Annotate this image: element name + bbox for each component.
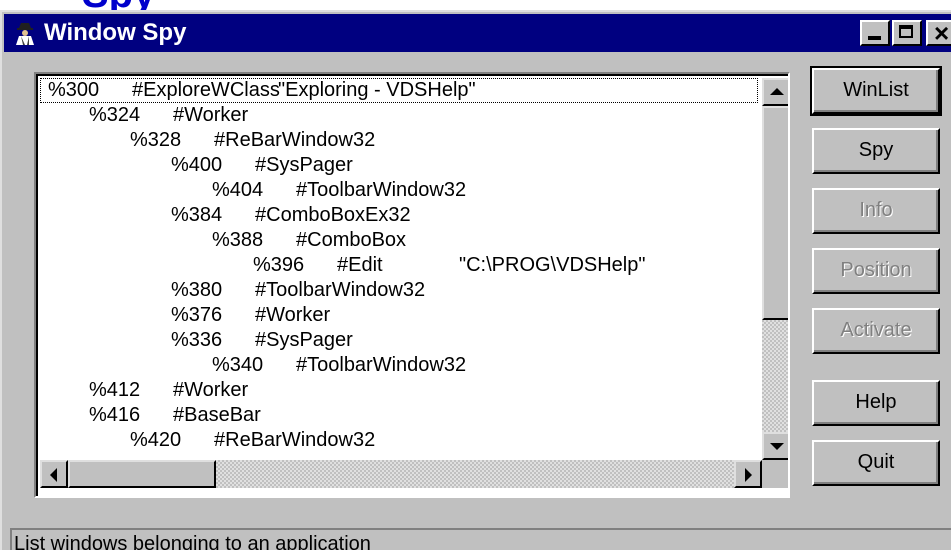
window-class: #ToolbarWindow32 <box>255 279 426 301</box>
tree-row[interactable]: %420 #ReBarWindow32 <box>40 428 758 453</box>
arrow-up-icon <box>770 88 784 95</box>
help-button[interactable]: Help <box>812 380 940 426</box>
minimize-button[interactable] <box>860 20 890 46</box>
vertical-scrollbar[interactable] <box>762 78 788 460</box>
window-caption: "C:\PROG\VDSHelp" <box>459 254 646 276</box>
listbox-frame: %300 #ExploreWClass "Exploring - VDSHelp"%… <box>36 74 788 496</box>
tree-row[interactable]: %380 #ToolbarWindow32 <box>40 278 758 303</box>
window-class: #ToolbarWindow32 <box>296 179 467 201</box>
window-class: #ToolbarWindow32 <box>296 354 467 376</box>
window-handle: %400 <box>171 154 223 176</box>
window-handle: %404 <box>212 179 264 201</box>
horizontal-scrollbar[interactable] <box>40 460 762 488</box>
position-button[interactable]: Position <box>812 248 940 294</box>
scroll-right-button[interactable] <box>734 460 762 488</box>
horizontal-scroll-thumb[interactable] <box>68 460 216 488</box>
spy-button[interactable]: Spy <box>812 128 940 174</box>
arrow-left-icon <box>50 468 57 482</box>
arrow-down-icon <box>770 443 784 450</box>
window-class: #ComboBoxEx32 <box>255 204 411 226</box>
tree-row[interactable]: %340 #ToolbarWindow32 <box>40 353 758 378</box>
winlist-button[interactable]: WinList <box>810 66 942 116</box>
window-handle: %384 <box>171 204 223 226</box>
window-class: #Edit <box>337 254 383 276</box>
tree-row[interactable]: %400 #SysPager <box>40 153 758 178</box>
window-handle: %324 <box>89 104 141 126</box>
vertical-scroll-thumb[interactable] <box>762 106 788 320</box>
tree-row[interactable]: %404 #ToolbarWindow32 <box>40 178 758 203</box>
window-class: #Worker <box>173 104 249 126</box>
window-handle: %376 <box>171 304 223 326</box>
tree-row[interactable]: %384 #ComboBoxEx32 <box>40 203 758 228</box>
screen: Spy Window Spy × <box>0 0 951 550</box>
close-icon: × <box>934 18 950 48</box>
maximize-button[interactable] <box>892 20 922 46</box>
window-class: #ReBarWindow32 <box>214 429 376 451</box>
tree-row[interactable]: %396 #Edit "C:\PROG\VDSHelp" <box>40 253 758 278</box>
window-handle: %300 <box>48 79 100 101</box>
tree-row[interactable]: %416 #BaseBar <box>40 403 758 428</box>
window-class: #ExploreWClass <box>132 79 280 101</box>
window-handle: %336 <box>171 329 223 351</box>
window-class: #ComboBox <box>296 229 407 251</box>
window-handle: %416 <box>89 404 141 426</box>
window-class: #Worker <box>255 304 331 326</box>
quit-button[interactable]: Quit <box>812 440 940 486</box>
tree-row[interactable]: %376 #Worker <box>40 303 758 328</box>
window-handle: %380 <box>171 279 223 301</box>
window-class: #SysPager <box>255 329 353 351</box>
window-tree-listbox[interactable]: %300 #ExploreWClass "Exploring - VDSHelp"%… <box>34 72 790 498</box>
window-handle: %420 <box>130 429 182 451</box>
scroll-left-button[interactable] <box>40 460 68 488</box>
tree-row[interactable]: %328 #ReBarWindow32 <box>40 128 758 153</box>
scrollbar-corner <box>762 460 788 488</box>
window-class: #BaseBar <box>173 404 261 426</box>
window-handle: %412 <box>89 379 141 401</box>
scroll-up-button[interactable] <box>762 78 788 106</box>
title-bar[interactable]: Window Spy × <box>4 14 951 52</box>
tree-row[interactable]: %388 #ComboBox <box>40 228 758 253</box>
window-handle: %340 <box>212 354 264 376</box>
scroll-down-button[interactable] <box>762 432 788 460</box>
window-handle: %388 <box>212 229 264 251</box>
window-handle: %328 <box>130 129 182 151</box>
window-handle: %396 <box>253 254 305 276</box>
window-spy-window: Window Spy × %300 #ExploreWClass "Explorin… <box>0 10 951 550</box>
arrow-right-icon <box>745 468 752 482</box>
window-title: Window Spy <box>44 19 187 46</box>
window-class: #ReBarWindow32 <box>214 129 376 151</box>
tree-row[interactable]: %412 #Worker <box>40 378 758 403</box>
window-tree-rows: %300 #ExploreWClass "Exploring - VDSHelp"%… <box>40 78 762 456</box>
status-bar: List windows belonging to an application <box>2 522 951 550</box>
info-button[interactable]: Info <box>812 188 940 234</box>
tree-row[interactable]: %300 #ExploreWClass "Exploring - VDSHelp" <box>40 78 758 103</box>
tree-row[interactable]: %324 #Worker <box>40 103 758 128</box>
activate-button[interactable]: Activate <box>812 308 940 354</box>
spy-icon <box>12 20 38 46</box>
close-button[interactable]: × <box>926 18 951 48</box>
window-class: #Worker <box>173 379 249 401</box>
status-text: List windows belonging to an application <box>10 528 951 550</box>
window-caption: "Exploring - VDSHelp" <box>278 79 476 101</box>
window-class: #SysPager <box>255 154 353 176</box>
tree-row[interactable]: %336 #SysPager <box>40 328 758 353</box>
